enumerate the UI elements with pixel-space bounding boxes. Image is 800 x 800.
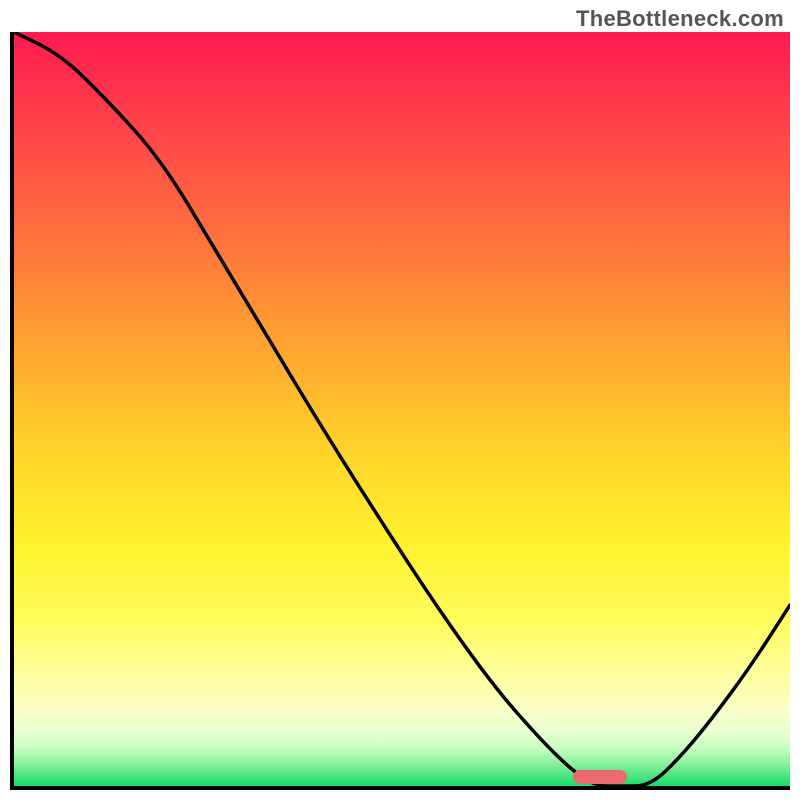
optimum-marker bbox=[573, 770, 627, 784]
plot-area bbox=[10, 32, 790, 790]
watermark-text: TheBottleneck.com bbox=[576, 6, 784, 32]
chart-container: TheBottleneck.com bbox=[0, 0, 800, 800]
gradient-background bbox=[14, 32, 790, 786]
